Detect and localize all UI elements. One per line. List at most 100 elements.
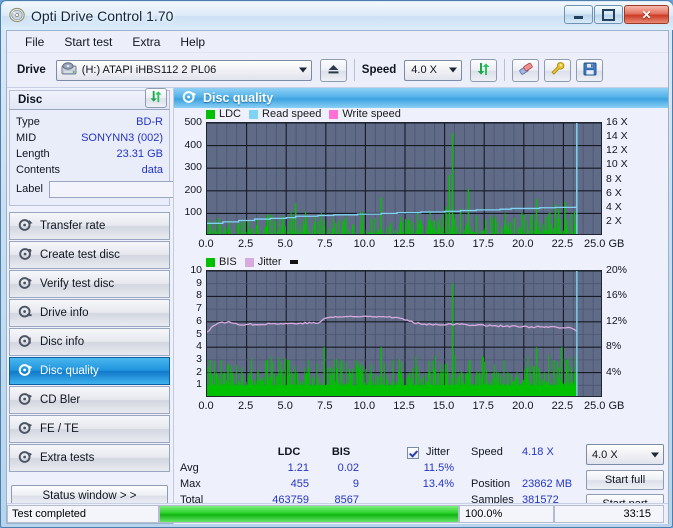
disc-row-label: Label <box>16 178 252 200</box>
disc-panel-title: Disc <box>18 94 43 106</box>
y2-tick-label: 16 X <box>606 116 628 128</box>
x-tick-label: 15.0 <box>432 400 455 412</box>
sidebar-item-verify-test-disc[interactable]: Verify test disc <box>9 270 170 298</box>
chart1-svg <box>207 123 601 234</box>
disc-refresh-button[interactable] <box>145 88 167 108</box>
close-button[interactable]: ✕ <box>624 5 669 24</box>
start-full-button[interactable]: Start full <box>586 470 664 490</box>
drive-select[interactable]: (H:) ATAPI iHBS112 2 PL06 <box>55 59 312 81</box>
legend-label-write-speed: Write speed <box>342 108 401 120</box>
chevron-down-icon <box>298 67 307 73</box>
clear-button[interactable] <box>512 58 540 82</box>
save-button[interactable] <box>576 58 604 82</box>
sidebar-item-transfer-rate[interactable]: Transfer rate <box>9 212 170 240</box>
sidebar-item-disc-info[interactable]: Disc info <box>9 328 170 356</box>
menu-start-test[interactable]: Start test <box>54 33 122 51</box>
chart2-svg <box>207 271 601 396</box>
test-speed-value: 4.0 X <box>592 448 618 461</box>
disc-panel: Disc Type BD-R MID SONYNN3 (002) Length … <box>9 88 252 206</box>
x-tick-label: 7.5 <box>317 238 333 250</box>
y-tick-label: 100 <box>184 206 202 219</box>
sidebar-label: CD Bler <box>40 394 81 406</box>
eject-button[interactable] <box>319 58 347 82</box>
sidebar-item-create-test-disc[interactable]: Create test disc <box>9 241 170 269</box>
disc-icon <box>9 7 25 26</box>
main-panel-header: Disc quality <box>174 88 668 108</box>
main-panel: Disc quality LDC Read speed Write speed <box>173 88 668 524</box>
legend-swatch-write-speed <box>329 109 339 119</box>
jitter-checkbox[interactable] <box>407 447 419 459</box>
drive-value: (H:) ATAPI iHBS112 2 PL06 <box>81 64 217 76</box>
sidebar-label: FE / TE <box>40 423 79 435</box>
sidebar-label: Transfer rate <box>40 220 106 232</box>
menu-extra[interactable]: Extra <box>122 33 170 51</box>
y-tick-label: 4 <box>196 340 202 353</box>
disc-row-type: Type BD-R <box>16 114 163 130</box>
refresh-button[interactable] <box>470 58 498 82</box>
disc-type-label: Type <box>16 116 40 128</box>
y-tick-label: 5 <box>196 327 202 340</box>
x-tick-label: 22.5 <box>551 400 574 412</box>
wrench-icon <box>550 61 566 79</box>
x-tick-label: 15.0 <box>432 238 455 250</box>
speed-select[interactable]: 4.0 X <box>404 59 463 81</box>
speed-stat-label: Speed <box>471 446 503 458</box>
disc-info-icon <box>18 334 33 351</box>
stats-bis-max: 9 <box>352 478 359 490</box>
settings-button[interactable] <box>544 58 572 82</box>
x-tick-label: 12.5 <box>393 238 415 250</box>
navigation-list: Transfer rate Create test disc Verify te… <box>9 212 170 473</box>
sidebar-item-disc-quality[interactable]: Disc quality <box>9 357 170 385</box>
y2-tick-label: 12% <box>606 314 628 327</box>
main-panel-title: Disc quality <box>203 91 274 105</box>
window-controls: ✕ <box>564 5 669 24</box>
sidebar-item-cd-bler[interactable]: CD Bler <box>9 386 170 414</box>
minimize-button[interactable] <box>564 5 593 24</box>
x-tick-label: 0.0 <box>198 400 214 412</box>
restore-icon <box>602 8 615 21</box>
menu-file[interactable]: File <box>15 33 54 51</box>
legend-label-bis: BIS <box>219 256 237 268</box>
disc-length-label: Length <box>16 148 50 160</box>
stats-row-max: Max <box>180 478 201 490</box>
stats-row-avg: Avg <box>180 462 199 474</box>
sidebar-item-fe-te[interactable]: FE / TE <box>9 415 170 443</box>
legend-label-ldc: LDC <box>219 108 242 120</box>
sidebar-item-extra-tests[interactable]: Extra tests <box>9 444 170 472</box>
menu-help[interactable]: Help <box>170 33 215 51</box>
position-value: 23862 MB <box>522 478 573 490</box>
y-tick-label: 10 <box>190 264 202 276</box>
y2-tick-label: 8 X <box>606 172 622 185</box>
close-icon: ✕ <box>641 7 652 22</box>
drive-label: Drive <box>17 64 46 76</box>
position-label: Position <box>471 478 511 490</box>
y-tick-label: 8 <box>196 289 202 302</box>
sidebar-item-drive-info[interactable]: Drive info <box>9 299 170 327</box>
y-tick-label: 1 <box>196 378 202 391</box>
y-tick-label: 300 <box>184 161 202 174</box>
y2-tick-label: 12 X <box>606 144 628 157</box>
x-tick-label: 22.5 <box>551 238 574 250</box>
progress-bar <box>159 504 459 523</box>
statistics-panel: LDC BIS Jitter Avg Max Total 1.21 455 46… <box>174 444 668 514</box>
restore-button[interactable] <box>594 5 623 24</box>
disc-verify-icon <box>18 276 33 293</box>
disc-type-value: BD-R <box>136 116 163 128</box>
toolbar-divider <box>353 59 355 81</box>
elapsed-time: 33:15 <box>554 504 664 523</box>
x-tick-label: 12.5 <box>393 400 415 412</box>
legend-swatch-jitter <box>244 257 254 267</box>
test-speed-select[interactable]: 4.0 X <box>586 444 664 465</box>
disc-quality-icon <box>182 90 197 107</box>
disc-mid-value: SONYNN3 (002) <box>81 132 163 144</box>
chevron-down-icon <box>651 452 659 457</box>
legend-label-jitter: Jitter <box>257 256 282 268</box>
disc-quality-icon <box>18 363 33 380</box>
drive-info-icon <box>18 305 33 322</box>
legend-swatch-extra <box>289 260 298 264</box>
y-tick-label: 3 <box>196 352 202 365</box>
x-tick-label: 2.5 <box>237 238 254 250</box>
disc-panel-body: Type BD-R MID SONYNN3 (002) Length 23.31… <box>9 110 252 206</box>
y-tick-label: 400 <box>184 138 202 151</box>
x-tick-label: 17.5 <box>472 400 494 412</box>
